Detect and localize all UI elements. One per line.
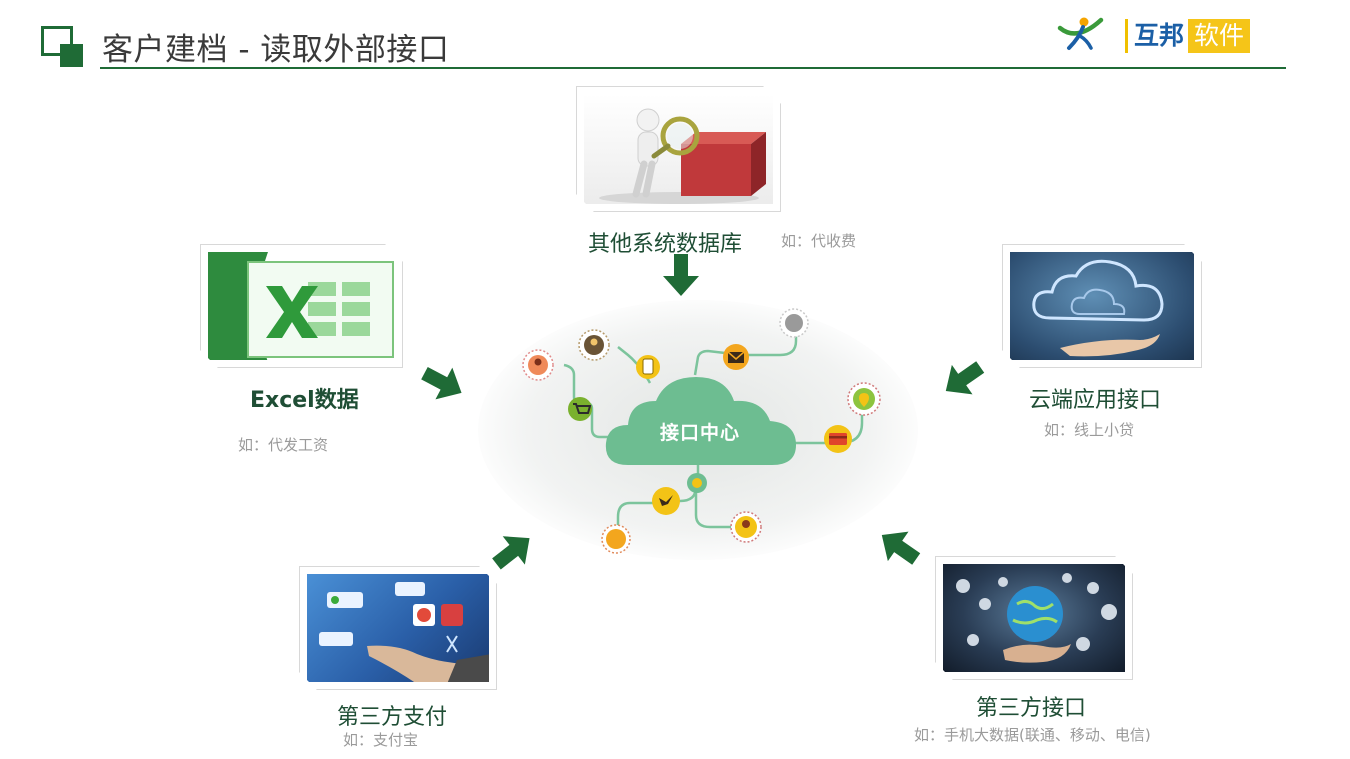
globe-network-illustration [943, 564, 1125, 672]
arrow-left-icon [945, 361, 985, 395]
logo-text-part1: 互邦 [1125, 19, 1188, 53]
arrow-up-right-icon [492, 536, 530, 570]
source-label-cloud: 云端应用接口 [1029, 388, 1162, 413]
source-example-payment: 如：支付宝 [343, 731, 419, 749]
title-icon-fill [60, 44, 83, 67]
arrow-down-icon [663, 254, 699, 296]
source-example-api: 如：手机大数据(联通、移动、电信) [914, 726, 1151, 744]
title-underline [100, 67, 1286, 69]
excel-logo-illustration [208, 252, 395, 360]
database-search-illustration [584, 94, 773, 204]
source-example-excel: 如：代发工资 [238, 436, 329, 454]
hub-node-mail-icon [723, 344, 749, 370]
hub-node-location-icon [847, 382, 881, 416]
page-title: 客户建档 - 读取外部接口 [102, 32, 450, 68]
database-image-card [576, 86, 781, 212]
hub-label: 接口中心 [659, 422, 740, 444]
hub-node-phone-icon [636, 355, 660, 379]
hub-node-card-icon [824, 425, 852, 453]
logo-text-part2: 软件 [1188, 19, 1251, 53]
arrow-right-icon [421, 366, 462, 400]
payment-image-card [299, 566, 497, 690]
source-label-api: 第三方接口 [976, 696, 1087, 721]
cloud-hand-illustration [1010, 252, 1194, 360]
company-logo-figure-icon [1057, 17, 1104, 50]
hub-node-settings-icon [687, 473, 707, 493]
hub-node-cloud-icon [779, 308, 809, 338]
source-label-excel: Excel数据 [250, 388, 359, 413]
cloud-image-card [1002, 244, 1202, 368]
payment-illustration [307, 574, 489, 682]
hub-node-cart-icon [568, 397, 592, 421]
excel-image-card [200, 244, 403, 368]
source-example-cloud: 如：线上小贷 [1044, 421, 1135, 439]
hub-node-contact-icon [601, 524, 631, 554]
hub-node-user-icon [522, 349, 554, 381]
api-image-card [935, 556, 1133, 680]
arrow-up-left-icon [881, 531, 921, 565]
source-example-database: 如：代收费 [781, 232, 857, 250]
company-logo: 互邦 软件 [1125, 19, 1251, 53]
hub-node-person-icon [730, 511, 762, 543]
source-label-payment: 第三方支付 [337, 705, 448, 730]
hub-node-avatar-icon [578, 329, 610, 361]
hub-node-bird-icon [652, 487, 680, 515]
